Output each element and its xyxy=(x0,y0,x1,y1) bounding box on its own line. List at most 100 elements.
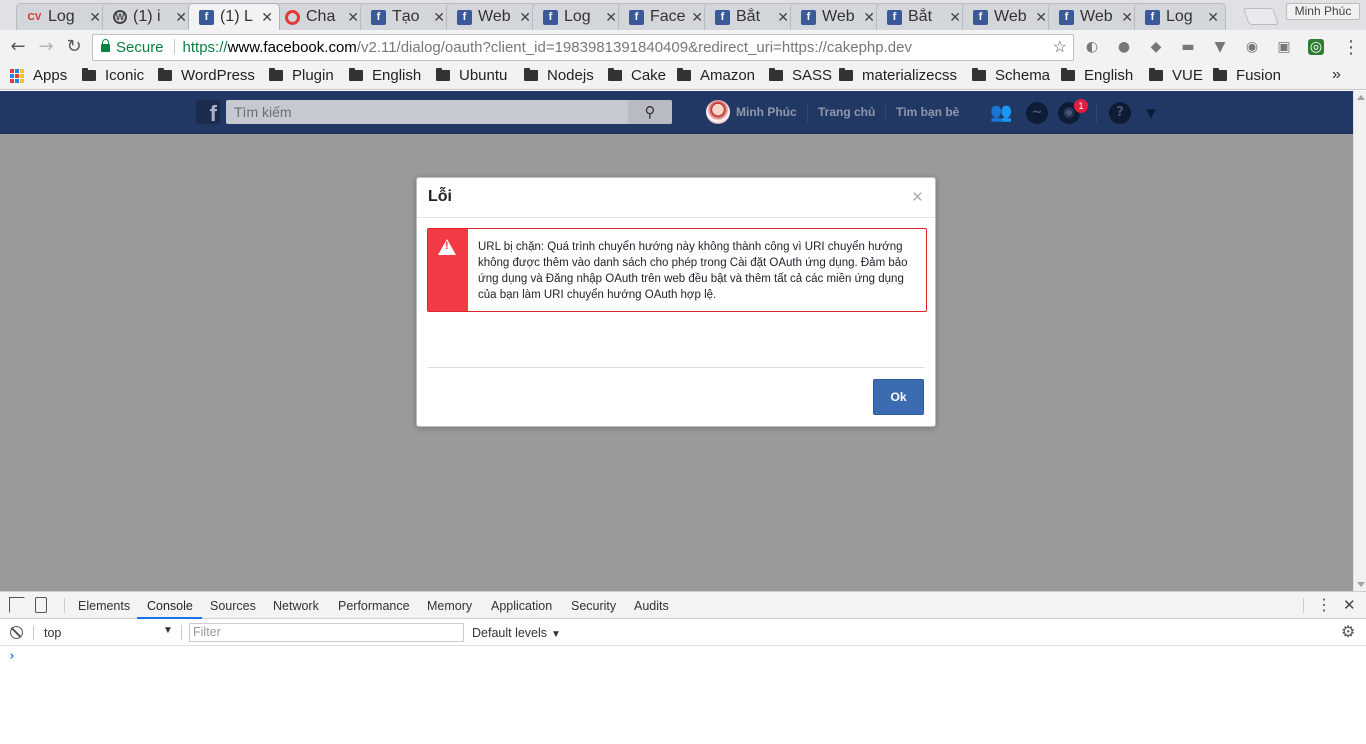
browser-tab[interactable]: CV Log ✕ xyxy=(16,3,108,30)
tab-security[interactable]: Security xyxy=(571,599,616,613)
friend-requests-icon[interactable]: 👥 xyxy=(990,102,1012,124)
close-icon[interactable]: ✕ xyxy=(347,9,359,26)
context-selector[interactable]: top xyxy=(44,626,61,640)
bookmark-folder[interactable]: Ubuntu xyxy=(436,67,507,84)
browser-tab[interactable]: f Log ✕ xyxy=(1134,3,1226,30)
forward-icon[interactable]: → xyxy=(36,37,56,57)
close-icon[interactable]: × xyxy=(912,187,923,209)
facebook-logo[interactable]: f xyxy=(196,100,220,124)
facebook-icon: f xyxy=(371,9,386,25)
inspect-element-icon[interactable] xyxy=(9,597,25,613)
help-icon[interactable]: ? xyxy=(1109,102,1131,124)
bookmark-folder[interactable]: Nodejs xyxy=(524,67,594,84)
close-icon[interactable]: ✕ xyxy=(777,9,789,26)
tab-console[interactable]: Console xyxy=(147,599,193,613)
folder-icon xyxy=(1213,68,1227,81)
browser-tab[interactable]: f Web ✕ xyxy=(446,3,538,30)
profile-link[interactable]: Minh Phúc xyxy=(736,105,797,119)
bookmark-folder[interactable]: VUE xyxy=(1149,67,1203,84)
gear-icon[interactable]: ⚙ xyxy=(1341,622,1355,642)
tab-performance[interactable]: Performance xyxy=(338,599,410,613)
bookmark-star-icon[interactable]: ☆ xyxy=(1053,35,1067,60)
log-levels-dropdown[interactable]: Default levels ▼ xyxy=(472,626,561,640)
browser-tab[interactable]: Cha ✕ xyxy=(274,3,366,30)
bookmark-apps[interactable]: Apps xyxy=(10,67,67,84)
bookmark-folder[interactable]: Plugin xyxy=(269,67,334,84)
browser-tab[interactable]: f Web ✕ xyxy=(962,3,1054,30)
close-icon[interactable]: ✕ xyxy=(1207,9,1219,26)
close-icon[interactable]: ✕ xyxy=(89,9,101,26)
tab-audits[interactable]: Audits xyxy=(634,599,669,613)
tab-label: Face xyxy=(650,8,686,25)
browser-tab[interactable]: f Bắt ✕ xyxy=(704,3,796,30)
close-icon[interactable]: ✕ xyxy=(863,9,875,26)
browser-tab[interactable]: f Tạo ✕ xyxy=(360,3,452,30)
browser-tab[interactable]: f Bắt ✕ xyxy=(876,3,968,30)
extension-icon[interactable]: ▬ xyxy=(1180,39,1196,55)
profile-button[interactable]: Minh Phúc xyxy=(1286,3,1360,20)
address-bar[interactable]: Secure https://www.facebook.com/v2.11/dia… xyxy=(92,34,1074,61)
chevron-down-icon[interactable]: ▼ xyxy=(163,625,173,636)
extension-icon[interactable]: ◐ xyxy=(1084,39,1100,55)
folder-icon xyxy=(524,68,538,81)
bookmark-folder[interactable]: WordPress xyxy=(158,67,255,84)
browser-tab[interactable]: f Web ✕ xyxy=(790,3,882,30)
close-icon[interactable]: ✕ xyxy=(1343,596,1356,614)
bookmark-folder[interactable]: Amazon xyxy=(677,67,755,84)
chevron-down-icon[interactable]: ▼ xyxy=(1140,102,1162,124)
tab-network[interactable]: Network xyxy=(273,599,319,613)
page-scrollbar[interactable] xyxy=(1353,91,1366,591)
camera-icon[interactable]: ▣ xyxy=(1276,39,1292,55)
tab-sources[interactable]: Sources xyxy=(210,599,256,613)
bookmark-folder[interactable]: English xyxy=(1061,67,1133,84)
extension-icon[interactable]: ◎ xyxy=(1308,39,1324,55)
console-prompt[interactable]: › xyxy=(8,649,16,664)
close-icon[interactable]: ✕ xyxy=(261,9,273,26)
close-icon[interactable]: ✕ xyxy=(519,9,531,26)
extension-icon[interactable]: ● xyxy=(1116,39,1132,55)
close-icon[interactable]: ✕ xyxy=(433,9,445,26)
close-icon[interactable]: ✕ xyxy=(605,9,617,26)
home-link[interactable]: Trang chủ xyxy=(818,105,875,119)
extension-icon[interactable]: ◉ xyxy=(1244,39,1260,55)
scroll-down-icon[interactable] xyxy=(1357,582,1365,587)
search-icon[interactable]: ⚲ xyxy=(628,100,672,124)
avatar[interactable] xyxy=(706,100,730,124)
close-icon[interactable]: ✕ xyxy=(1035,9,1047,26)
bookmark-folder[interactable]: English xyxy=(349,67,421,84)
browser-tab[interactable]: W (1) i ✕ xyxy=(102,3,194,30)
bookmark-folder[interactable]: Fusion xyxy=(1213,67,1281,84)
devtools-menu-icon[interactable]: ⋮ xyxy=(1316,595,1332,615)
browser-tab[interactable]: f Log ✕ xyxy=(532,3,624,30)
console-filter-input[interactable]: Filter xyxy=(189,623,464,642)
reload-icon[interactable]: ↻ xyxy=(64,37,84,57)
tab-elements[interactable]: Elements xyxy=(78,599,130,613)
back-icon[interactable]: ← xyxy=(8,37,28,57)
browser-tab-active[interactable]: f (1) L ✕ xyxy=(188,3,280,30)
bookmark-folder[interactable]: materializecss xyxy=(839,67,957,84)
ok-button[interactable]: Ok xyxy=(873,379,924,415)
tab-application[interactable]: Application xyxy=(491,599,552,613)
close-icon[interactable]: ✕ xyxy=(949,9,961,26)
more-bookmarks-icon[interactable]: » xyxy=(1332,66,1341,84)
close-icon[interactable]: ✕ xyxy=(691,9,703,26)
bookmark-folder[interactable]: Schema xyxy=(972,67,1050,84)
scroll-up-icon[interactable] xyxy=(1357,95,1365,100)
find-friends-link[interactable]: Tìm bạn bè xyxy=(896,105,959,119)
vue-devtools-icon[interactable]: ▼ xyxy=(1212,39,1228,55)
browser-tab[interactable]: f Web ✕ xyxy=(1048,3,1140,30)
new-tab-button[interactable] xyxy=(1242,8,1280,25)
tab-memory[interactable]: Memory xyxy=(427,599,472,613)
tag-icon[interactable]: ◆ xyxy=(1148,39,1164,55)
facebook-search-input[interactable]: Tìm kiếm xyxy=(226,100,672,124)
clear-console-icon[interactable] xyxy=(10,626,23,639)
close-icon[interactable]: ✕ xyxy=(1121,9,1133,26)
bookmark-folder[interactable]: SASS xyxy=(769,67,832,84)
bookmark-folder[interactable]: Iconic xyxy=(82,67,144,84)
browser-tab[interactable]: f Face ✕ xyxy=(618,3,710,30)
messenger-icon[interactable]: ~ xyxy=(1026,102,1048,124)
close-icon[interactable]: ✕ xyxy=(175,9,187,26)
browser-menu-icon[interactable]: ⋮ xyxy=(1342,37,1360,58)
device-toolbar-icon[interactable] xyxy=(35,597,47,613)
bookmark-folder[interactable]: Cake xyxy=(608,67,666,84)
